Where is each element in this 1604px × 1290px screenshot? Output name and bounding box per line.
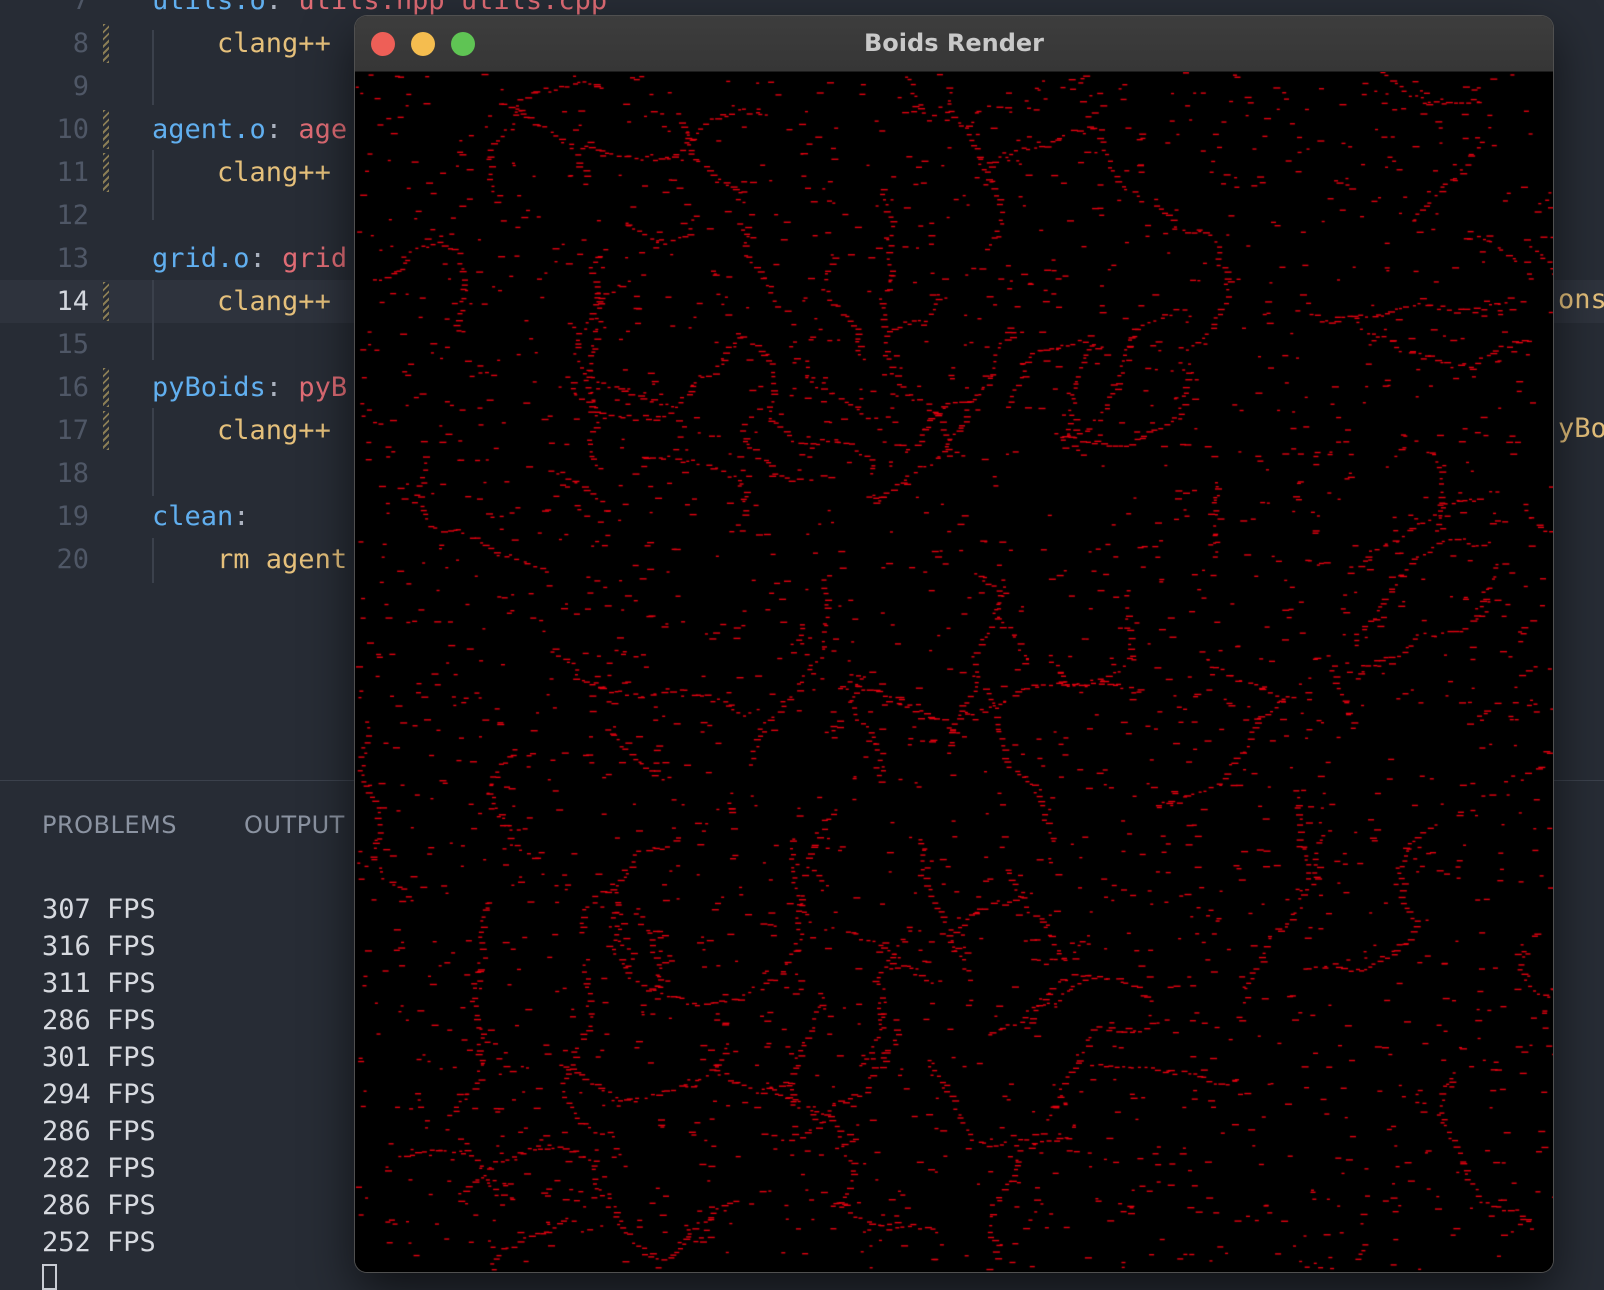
git-modified-marker[interactable] — [103, 282, 109, 321]
code-token: clang++ — [217, 286, 331, 317]
indent-guide — [152, 30, 154, 105]
code-text: clang++ — [152, 280, 331, 323]
code-text: agent.o: age — [152, 108, 347, 151]
line-number: 10 — [56, 114, 89, 145]
code-text: clang++ — [152, 151, 331, 194]
terminal-line: 286 FPS — [42, 1005, 156, 1036]
code-token: : — [265, 0, 299, 16]
code-text: clang++ — [152, 22, 331, 65]
code-text: grid.o: grid — [152, 237, 347, 280]
terminal-line: 294 FPS — [42, 1079, 156, 1110]
code-token: clang++ — [217, 28, 331, 59]
code-token: grid — [282, 243, 348, 274]
code-token: agent.o — [152, 114, 266, 145]
terminal-line: 286 FPS — [42, 1190, 156, 1221]
line-number: 15 — [56, 329, 89, 360]
terminal-line: 282 FPS — [42, 1153, 156, 1184]
code-text: pyBoids: pyB — [152, 366, 347, 409]
code-token: rm agent — [217, 544, 348, 575]
code-text: rm agent — [152, 538, 347, 581]
code-token: : — [265, 372, 299, 403]
terminal-line: 301 FPS — [42, 1042, 156, 1073]
line-number: 19 — [56, 501, 89, 532]
line-number: 20 — [56, 544, 89, 575]
line-number: 12 — [56, 200, 89, 231]
code-token: utils.o — [152, 0, 266, 16]
code-overflow-text: ons — [1558, 284, 1604, 315]
terminal-line: 316 FPS — [42, 931, 156, 962]
indent-guide — [152, 538, 154, 583]
code-overflow-text: yBo — [1558, 413, 1604, 444]
code-token: grid.o — [152, 243, 250, 274]
git-modified-marker[interactable] — [103, 368, 109, 407]
git-modified-marker[interactable] — [103, 110, 109, 149]
code-text: clean: — [152, 495, 250, 538]
git-modified-marker[interactable] — [103, 24, 109, 63]
terminal-line: 286 FPS — [42, 1116, 156, 1147]
code-token: clang++ — [217, 157, 331, 188]
line-number: 7 — [72, 0, 89, 16]
code-text: clang++ — [152, 409, 331, 452]
terminal-line: 252 FPS — [42, 1227, 156, 1258]
terminal-cursor — [42, 1264, 57, 1290]
code-token: pyB — [298, 372, 348, 403]
tab-output[interactable]: OUTPUT — [244, 811, 345, 839]
line-number: 18 — [56, 458, 89, 489]
line-number: 11 — [56, 157, 89, 188]
boids-render-window[interactable]: Boids Render — [355, 16, 1553, 1272]
indent-guide — [152, 408, 154, 496]
window-titlebar[interactable]: Boids Render — [355, 16, 1553, 72]
line-number: 17 — [56, 415, 89, 446]
code-token: clang++ — [217, 415, 331, 446]
code-token: : — [233, 501, 250, 532]
window-title: Boids Render — [864, 29, 1044, 57]
line-number: 13 — [56, 243, 89, 274]
terminal-line: 311 FPS — [42, 968, 156, 999]
tab-problems[interactable]: PROBLEMS — [42, 811, 177, 839]
terminal-line: 307 FPS — [42, 894, 156, 925]
terminal-output[interactable]: 307 FPS 316 FPS 311 FPS 286 FPS 301 FPS 294 F… — [42, 891, 156, 1261]
line-number: 8 — [72, 28, 89, 59]
code-token: : — [265, 114, 299, 145]
code-token: clean — [152, 501, 234, 532]
line-number: 14 — [56, 286, 89, 317]
code-token: age — [298, 114, 348, 145]
code-token: pyBoids — [152, 372, 266, 403]
line-number: 9 — [72, 71, 89, 102]
git-modified-marker[interactable] — [103, 153, 109, 192]
git-modified-marker[interactable] — [103, 411, 109, 450]
code-token: utils.hpp utils.cpp — [298, 0, 608, 16]
boids-canvas[interactable] — [355, 72, 1553, 1272]
indent-guide — [152, 280, 154, 360]
line-number: 16 — [56, 372, 89, 403]
code-token: : — [249, 243, 283, 274]
indent-guide — [152, 150, 154, 220]
